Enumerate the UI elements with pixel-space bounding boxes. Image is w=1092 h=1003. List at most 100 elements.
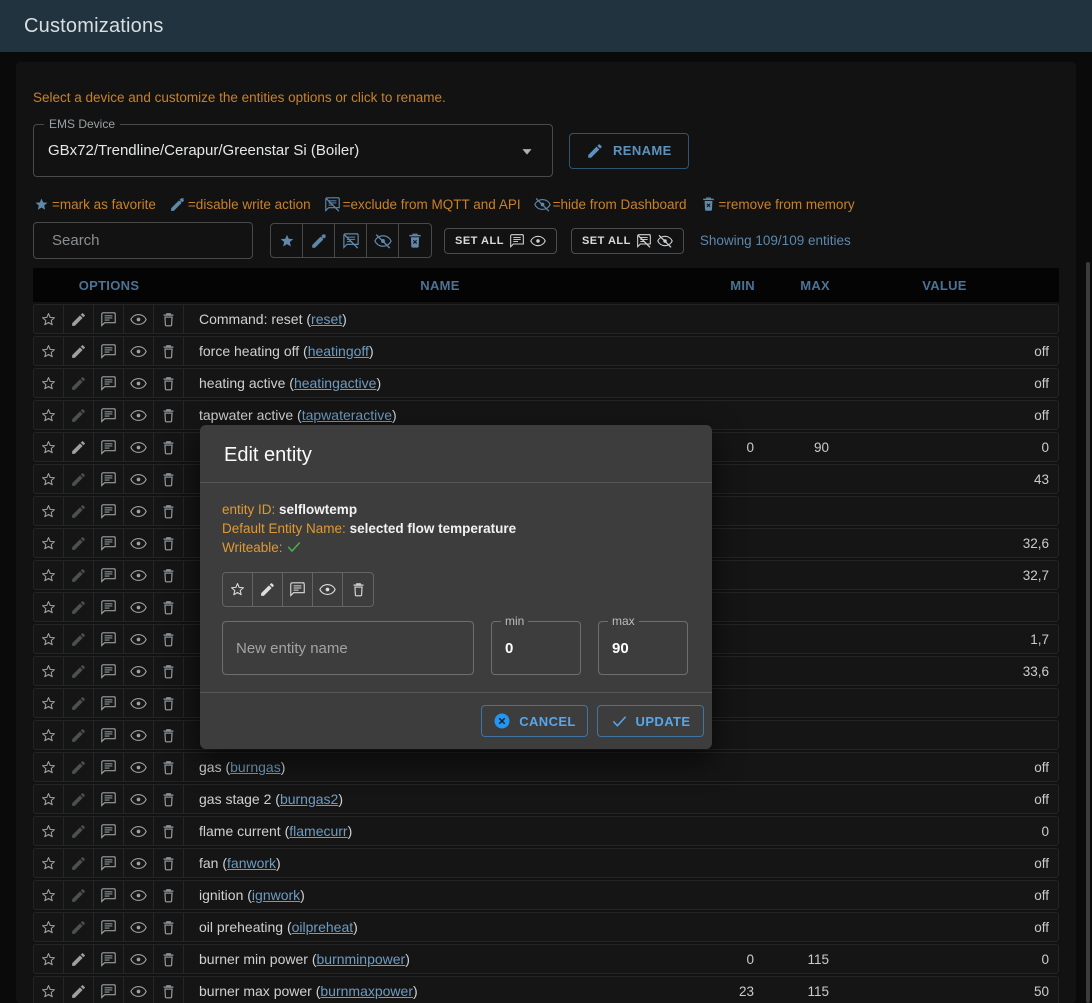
write-toggle[interactable] — [64, 913, 94, 941]
mqtt-toggle[interactable] — [94, 497, 124, 525]
favorite-toggle[interactable] — [34, 657, 64, 685]
delete-toggle[interactable] — [154, 529, 184, 557]
mqtt-toggle[interactable] — [94, 881, 124, 909]
mqtt-toggle[interactable] — [94, 913, 124, 941]
write-toggle[interactable] — [64, 305, 94, 333]
filter-favorite-toggle[interactable] — [271, 224, 303, 257]
delete-toggle[interactable] — [154, 881, 184, 909]
entity-name[interactable]: force heating off (heatingoff) — [184, 337, 694, 365]
mqtt-toggle[interactable] — [94, 753, 124, 781]
visibility-toggle[interactable] — [124, 817, 154, 845]
favorite-toggle[interactable] — [34, 689, 64, 717]
min-input[interactable] — [505, 640, 567, 657]
visibility-toggle[interactable] — [124, 433, 154, 461]
entity-id-link[interactable]: ignwork — [252, 887, 300, 903]
delete-toggle[interactable] — [154, 977, 184, 1003]
mqtt-toggle[interactable] — [94, 593, 124, 621]
mqtt-toggle[interactable] — [94, 561, 124, 589]
entity-name[interactable]: gas (burngas) — [184, 753, 694, 781]
delete-toggle[interactable] — [154, 561, 184, 589]
entity-name[interactable]: fan (fanwork) — [184, 849, 694, 877]
scrollbar[interactable] — [1086, 262, 1090, 1003]
entity-id-link[interactable]: oilpreheat — [292, 919, 354, 935]
delete-toggle[interactable] — [154, 305, 184, 333]
favorite-toggle[interactable] — [34, 593, 64, 621]
favorite-toggle[interactable] — [34, 817, 64, 845]
mqtt-toggle[interactable] — [94, 945, 124, 973]
write-toggle[interactable] — [64, 401, 94, 429]
visibility-toggle[interactable] — [124, 401, 154, 429]
dialog-visibility-toggle[interactable] — [313, 573, 343, 606]
write-toggle[interactable] — [64, 721, 94, 749]
entity-name[interactable]: Command: reset (reset) — [184, 305, 694, 333]
entity-id-link[interactable]: burnmaxpower — [320, 983, 413, 999]
write-toggle[interactable] — [64, 433, 94, 461]
entity-id-link[interactable]: burnminpower — [317, 951, 406, 967]
filter-exclude-mqtt-toggle[interactable] — [335, 224, 367, 257]
write-toggle[interactable] — [64, 689, 94, 717]
visibility-toggle[interactable] — [124, 369, 154, 397]
mqtt-toggle[interactable] — [94, 721, 124, 749]
visibility-toggle[interactable] — [124, 849, 154, 877]
write-toggle[interactable] — [64, 561, 94, 589]
favorite-toggle[interactable] — [34, 625, 64, 653]
cancel-button[interactable]: CANCEL — [481, 705, 588, 737]
write-toggle[interactable] — [64, 977, 94, 1003]
delete-toggle[interactable] — [154, 753, 184, 781]
dialog-favorite-toggle[interactable] — [223, 573, 253, 606]
visibility-toggle[interactable] — [124, 529, 154, 557]
delete-toggle[interactable] — [154, 913, 184, 941]
mqtt-toggle[interactable] — [94, 369, 124, 397]
write-toggle[interactable] — [64, 817, 94, 845]
update-button[interactable]: UPDATE — [597, 705, 704, 737]
visibility-toggle[interactable] — [124, 785, 154, 813]
favorite-toggle[interactable] — [34, 465, 64, 493]
delete-toggle[interactable] — [154, 721, 184, 749]
set-all-visible-button[interactable]: SET ALL — [444, 228, 557, 254]
visibility-toggle[interactable] — [124, 561, 154, 589]
ems-device-select[interactable]: EMS Device GBx72/Trendline/Cerapur/Green… — [33, 124, 553, 177]
filter-remove-memory-toggle[interactable] — [399, 224, 431, 257]
favorite-toggle[interactable] — [34, 721, 64, 749]
visibility-toggle[interactable] — [124, 497, 154, 525]
favorite-toggle[interactable] — [34, 305, 64, 333]
delete-toggle[interactable] — [154, 401, 184, 429]
visibility-toggle[interactable] — [124, 625, 154, 653]
delete-toggle[interactable] — [154, 593, 184, 621]
visibility-toggle[interactable] — [124, 945, 154, 973]
delete-toggle[interactable] — [154, 689, 184, 717]
write-toggle[interactable] — [64, 785, 94, 813]
delete-toggle[interactable] — [154, 849, 184, 877]
mqtt-toggle[interactable] — [94, 657, 124, 685]
entity-name[interactable]: flame current (flamecurr) — [184, 817, 694, 845]
mqtt-toggle[interactable] — [94, 785, 124, 813]
entity-name[interactable]: heating active (heatingactive) — [184, 369, 694, 397]
entity-id-link[interactable]: burngas — [230, 759, 281, 775]
delete-toggle[interactable] — [154, 657, 184, 685]
write-toggle[interactable] — [64, 657, 94, 685]
favorite-toggle[interactable] — [34, 433, 64, 461]
mqtt-toggle[interactable] — [94, 337, 124, 365]
dialog-mqtt-toggle[interactable] — [283, 573, 313, 606]
delete-toggle[interactable] — [154, 465, 184, 493]
favorite-toggle[interactable] — [34, 881, 64, 909]
favorite-toggle[interactable] — [34, 849, 64, 877]
visibility-toggle[interactable] — [124, 721, 154, 749]
visibility-toggle[interactable] — [124, 689, 154, 717]
visibility-toggle[interactable] — [124, 753, 154, 781]
write-toggle[interactable] — [64, 849, 94, 877]
entity-id-link[interactable]: fanwork — [227, 855, 276, 871]
new-entity-name-input[interactable] — [236, 640, 460, 657]
write-toggle[interactable] — [64, 945, 94, 973]
favorite-toggle[interactable] — [34, 785, 64, 813]
entity-name[interactable]: burner max power (burnmaxpower) — [184, 977, 694, 1003]
favorite-toggle[interactable] — [34, 753, 64, 781]
favorite-toggle[interactable] — [34, 369, 64, 397]
write-toggle[interactable] — [64, 465, 94, 493]
entity-id-link[interactable]: burngas2 — [280, 791, 338, 807]
filter-disable-write-toggle[interactable] — [303, 224, 335, 257]
delete-toggle[interactable] — [154, 433, 184, 461]
visibility-toggle[interactable] — [124, 337, 154, 365]
write-toggle[interactable] — [64, 881, 94, 909]
entity-id-link[interactable]: tapwateractive — [302, 407, 392, 423]
